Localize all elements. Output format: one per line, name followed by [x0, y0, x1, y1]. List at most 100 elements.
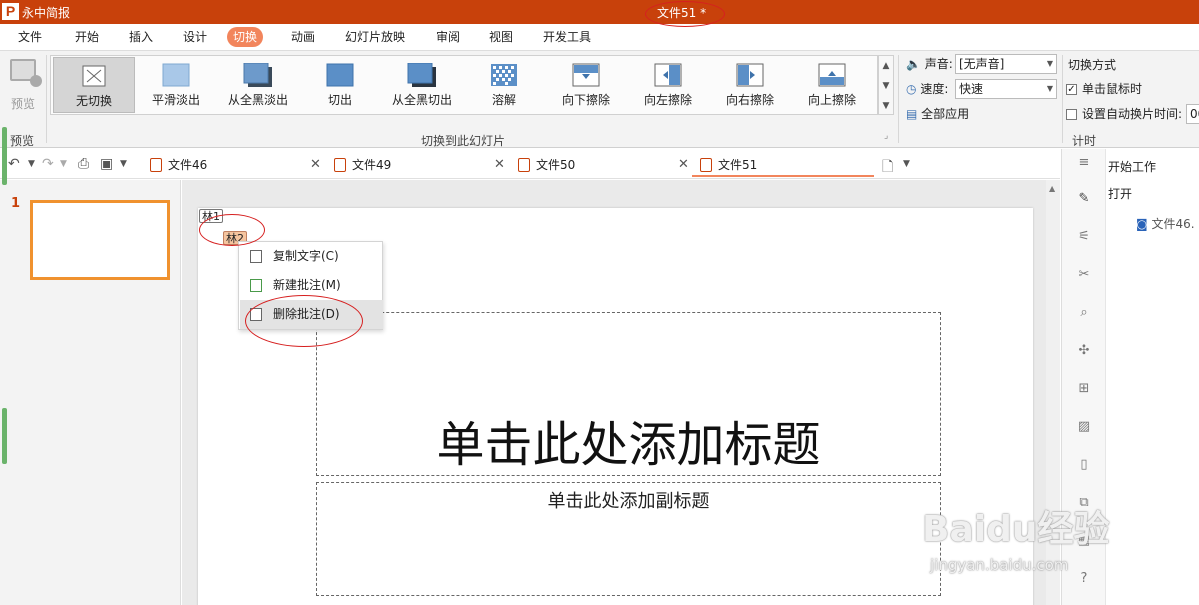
shapes-icon[interactable]: ✣ — [1076, 343, 1092, 359]
apply-all-button[interactable]: ▤ 全部应用 — [906, 104, 969, 124]
clipboard-icon[interactable]: ▯ — [1076, 457, 1092, 473]
redo-icon[interactable]: ↷ — [42, 156, 54, 172]
gallery-scroll[interactable]: ▲ ▼ ▼ — [878, 55, 894, 115]
menu-lines-icon[interactable]: ≡ — [1076, 155, 1092, 171]
brush-icon[interactable]: ⌕ — [1076, 305, 1092, 321]
menu-bar: 文件 开始 插入 设计 切换 动画 幻灯片放映 审阅 视图 开发工具 — [0, 24, 1199, 50]
canvas-scrollbar[interactable]: ▲ — [1046, 180, 1060, 605]
sound-select[interactable]: [无声音] ▼ — [955, 54, 1057, 74]
settings-sliders-icon[interactable]: ⚟ — [1076, 229, 1092, 245]
pencil-icon[interactable]: ✎ — [1076, 191, 1092, 207]
new-document-icon[interactable]: 🗋 — [882, 156, 893, 180]
menu-animations[interactable]: 动画 — [285, 27, 321, 47]
menu-transitions[interactable]: 切换 — [227, 27, 264, 47]
image-icon[interactable]: ▨ — [1076, 419, 1092, 435]
undo-icon[interactable]: ↶ — [8, 156, 20, 172]
tab-file51[interactable]: 文件51 — [692, 153, 874, 177]
transition-fade[interactable]: 平滑淡出 — [135, 57, 217, 113]
scroll-up-icon[interactable]: ▲ — [879, 56, 893, 76]
new-doc-dropdown-icon[interactable]: ▼ — [903, 159, 910, 169]
scroll-up-icon[interactable]: ▲ — [1049, 184, 1057, 193]
redo-dropdown-icon[interactable]: ▼ — [60, 159, 67, 169]
subtitle-placeholder-text: 单击此处添加副标题 — [547, 491, 710, 512]
dialog-launcher-icon[interactable]: ⌟ — [884, 131, 888, 141]
menu-home[interactable]: 开始 — [69, 27, 105, 47]
task-pane: ≡ ✎ ⚟ ✂ ⌕ ✣ ⊞ ▨ ▯ ⧉ ▦ ? 开始工作 打开 ◙ 文件46. — [1061, 149, 1199, 605]
transition-wipe-down[interactable]: 向下擦除 — [545, 57, 627, 113]
tab-label: 文件50 — [536, 158, 576, 172]
table-icon[interactable]: ▦ — [1076, 533, 1092, 549]
grid-icon[interactable]: ⊞ — [1076, 381, 1092, 397]
task-pane-icon-bar: ≡ ✎ ⚟ ✂ ⌕ ✣ ⊞ ▨ ▯ ⧉ ▦ ? — [1062, 149, 1106, 605]
transition-cut[interactable]: 切出 — [299, 57, 381, 113]
new-comment-menu-item[interactable]: 新建批注(M) — [240, 271, 383, 300]
tab-file49[interactable]: 文件49 ✕ — [334, 153, 510, 177]
recent-file-name: 文件46. — [1151, 217, 1195, 231]
on-click-checkbox[interactable]: ✓ — [1066, 84, 1077, 95]
ribbon-divider — [898, 55, 899, 143]
speed-select[interactable]: 快速 ▼ — [955, 79, 1057, 99]
title-placeholder[interactable]: 单击此处添加标题 — [316, 312, 941, 476]
help-icon[interactable]: ? — [1076, 571, 1092, 587]
scroll-down-icon[interactable]: ▼ — [879, 76, 893, 96]
menu-file[interactable]: 文件 — [12, 27, 48, 47]
tab-file50[interactable]: 文件50 ✕ — [518, 153, 694, 177]
document-tab-bar: ↶ ▼ ↷ ▼ ⎙ ▣ ▼ 文件46 ✕ 文件49 ✕ 文件50 ✕ 文件51 … — [0, 149, 1060, 179]
transition-dissolve[interactable]: 溶解 — [463, 57, 545, 113]
preview-icon — [10, 59, 42, 87]
auto-time-input[interactable]: 00 — [1186, 104, 1199, 124]
transition-cut-black[interactable]: 从全黑切出 — [381, 57, 463, 113]
sound-row: 🔈 声音: — [906, 54, 953, 74]
print-preview-icon[interactable]: ⎙ — [78, 156, 89, 172]
transition-wipe-left[interactable]: 向左擦除 — [627, 57, 709, 113]
transition-fade-black[interactable]: 从全黑淡出 — [217, 57, 299, 113]
left-edge-indicator — [2, 408, 7, 464]
start-work-label: 开始工作 — [1108, 160, 1157, 174]
transition-label: 向上擦除 — [807, 93, 856, 107]
auto-time-checkbox[interactable] — [1066, 109, 1077, 120]
transition-label: 平滑淡出 — [151, 93, 200, 107]
app-logo-icon: P — [2, 3, 19, 20]
tab-label: 文件51 — [718, 158, 758, 172]
copy-text-icon — [250, 250, 262, 263]
save-icon[interactable]: ▣ — [100, 156, 113, 172]
gallery-more-icon[interactable]: ▼ — [879, 96, 893, 116]
open-label[interactable]: 打开 — [1108, 185, 1132, 202]
presentation-file-icon — [334, 157, 346, 172]
copy-icon[interactable]: ⧉ — [1076, 495, 1092, 511]
customize-dropdown-icon[interactable]: ▼ — [120, 159, 127, 169]
recent-file-item[interactable]: ◙ 文件46. — [1136, 215, 1195, 232]
comment-marker-1[interactable]: 林1 — [199, 209, 223, 223]
close-icon[interactable]: ✕ — [494, 153, 505, 177]
subtitle-placeholder[interactable]: 单击此处添加副标题 — [316, 482, 941, 596]
timing-group-label: 计时 — [1072, 134, 1097, 148]
slide-number: 1 — [11, 196, 21, 211]
tab-file46[interactable]: 文件46 ✕ — [150, 153, 326, 177]
sound-label: 声音: — [924, 57, 953, 71]
transition-label: 向左擦除 — [643, 93, 692, 107]
delete-comment-menu-item[interactable]: 删除批注(D) — [240, 300, 383, 329]
transition-wipe-up[interactable]: 向上擦除 — [791, 57, 873, 113]
presentation-file-icon — [700, 157, 712, 172]
copy-text-menu-item[interactable]: 复制文字(C) — [240, 242, 383, 271]
menu-review[interactable]: 审阅 — [430, 27, 466, 47]
close-icon[interactable]: ✕ — [678, 153, 689, 177]
slide-thumbnail[interactable] — [30, 200, 170, 280]
preview-button[interactable]: 预览 — [4, 57, 42, 113]
speaker-icon: 🔈 — [906, 57, 921, 71]
fade-black-icon — [243, 62, 273, 87]
transition-none[interactable]: 无切换 — [53, 57, 135, 113]
menu-design[interactable]: 设计 — [177, 27, 213, 47]
chevron-down-icon: ▼ — [1046, 84, 1053, 93]
presentation-file-icon — [150, 157, 162, 172]
menu-insert[interactable]: 插入 — [123, 27, 159, 47]
on-click-label: 单击鼠标时 — [1082, 82, 1143, 96]
undo-dropdown-icon[interactable]: ▼ — [28, 159, 35, 169]
menu-view[interactable]: 视图 — [483, 27, 519, 47]
menu-developer[interactable]: 开发工具 — [537, 27, 597, 47]
menu-slideshow[interactable]: 幻灯片放映 — [339, 27, 411, 47]
tools-icon[interactable]: ✂ — [1076, 267, 1092, 283]
close-icon[interactable]: ✕ — [310, 153, 321, 177]
speed-label: 速度: — [920, 82, 949, 96]
transition-wipe-right[interactable]: 向右擦除 — [709, 57, 791, 113]
